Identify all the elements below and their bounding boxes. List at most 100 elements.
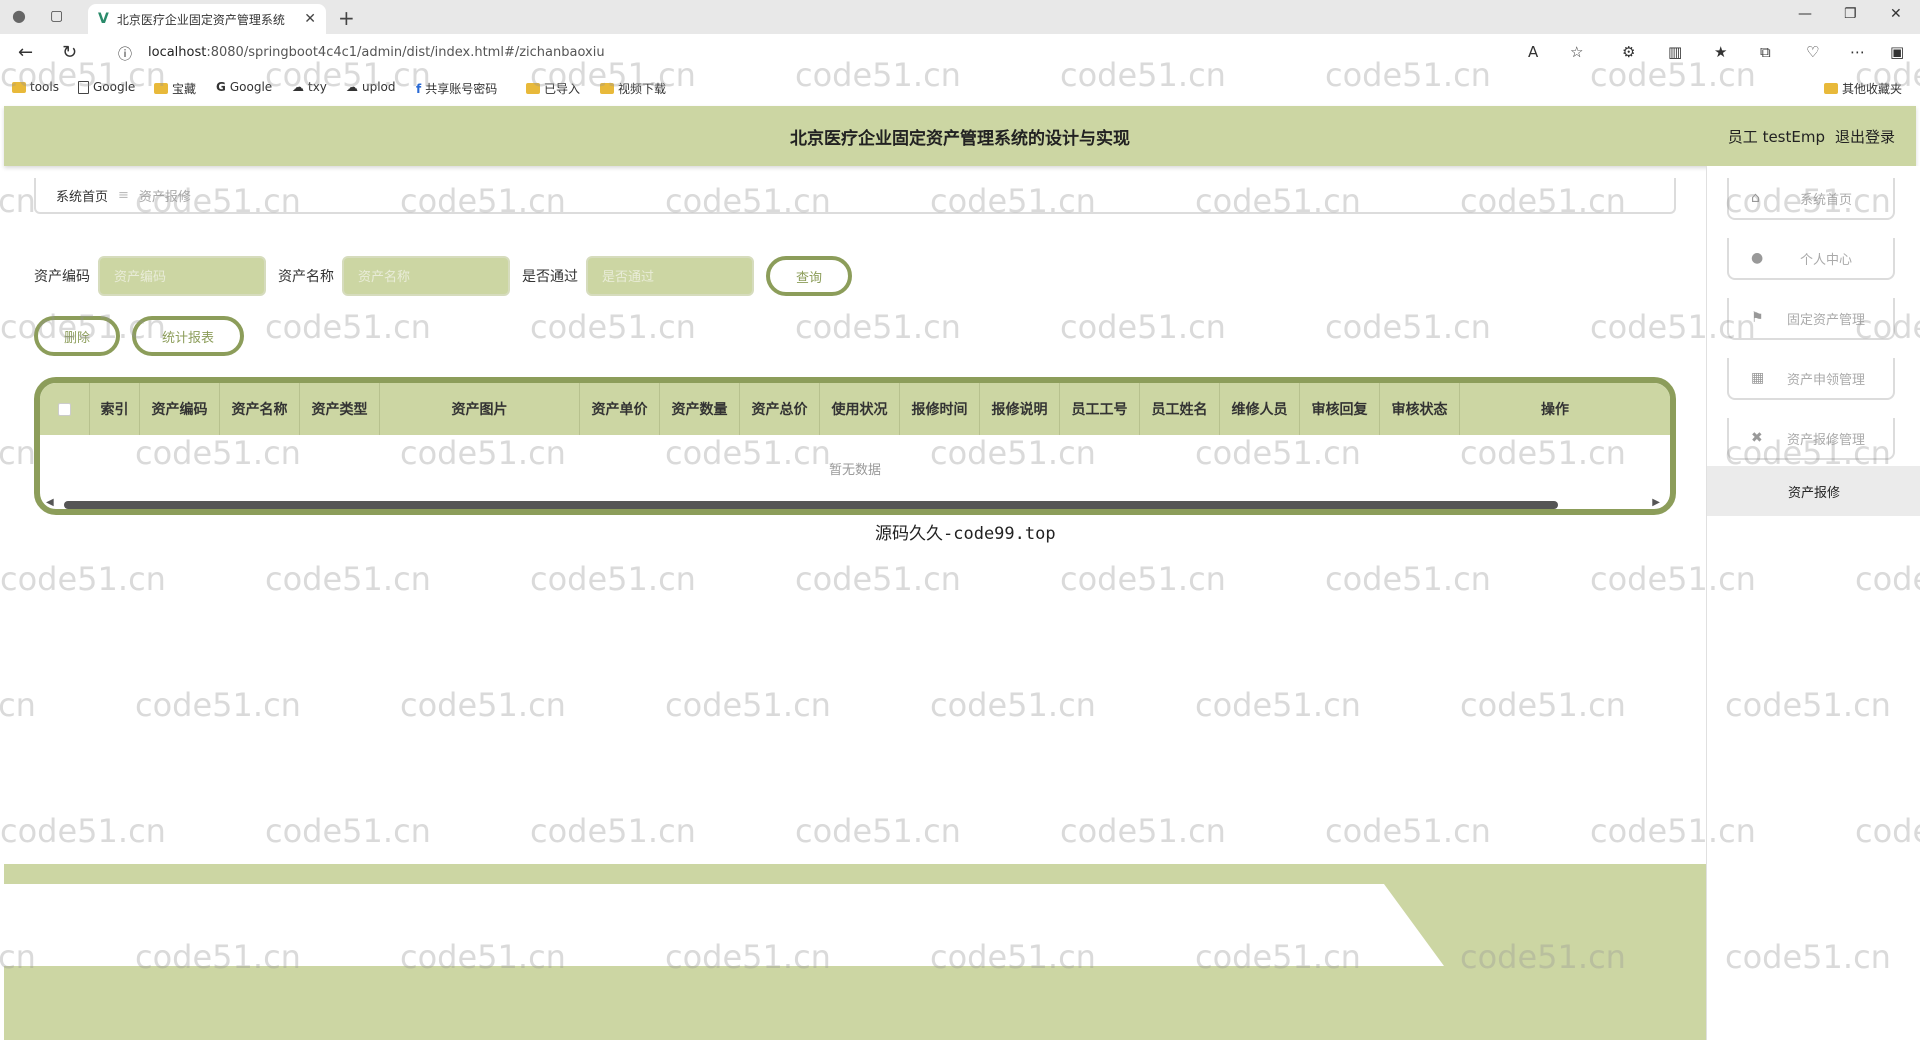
url-field[interactable]: localhost:8080/springboot4c4c1/admin/dis… xyxy=(148,45,605,60)
asset-code-input[interactable] xyxy=(98,256,266,296)
tab-title: 北京医疗企业固定资产管理系统 xyxy=(116,12,285,27)
watermark-text: code51.cn xyxy=(0,812,166,850)
watermark-text: code51.cn xyxy=(0,434,36,472)
favorite-icon[interactable]: ☆ xyxy=(1570,43,1583,61)
watermark-text: code51.cn xyxy=(400,686,566,724)
bookmark-label: 视频下载 xyxy=(618,82,667,96)
bookmark-label: Google xyxy=(229,80,273,94)
bookmark-imported[interactable]: 已导入 xyxy=(526,80,580,97)
sidebar-item-home[interactable]: ⌂ 系统首页 xyxy=(1727,178,1895,220)
collections-icon[interactable]: ⧉ xyxy=(1760,43,1771,61)
col-header: 报修说明 xyxy=(980,383,1060,435)
watermark-text: code51.cn xyxy=(530,308,696,346)
search-bar: 资产编码 资产名称 是否通过 查询 xyxy=(34,256,852,296)
folder-icon xyxy=(600,83,614,94)
watermark-text: code51.cn xyxy=(0,182,36,220)
site-info-icon[interactable]: ⓘ xyxy=(118,44,132,64)
tab-actions-icon[interactable]: ▢ xyxy=(50,8,63,24)
folder-icon xyxy=(1824,83,1838,94)
col-header: 资产单价 xyxy=(580,383,660,435)
scroll-right-icon[interactable]: ▶ xyxy=(1652,497,1660,508)
col-header: 资产编码 xyxy=(140,383,220,435)
minimize-icon[interactable]: — xyxy=(1798,6,1812,22)
bookmark-label: 其他收藏夹 xyxy=(1842,82,1903,96)
bookmark-txy[interactable]: ☁ txy xyxy=(292,80,327,94)
watermark-text: code51.cn xyxy=(530,812,696,850)
vue-logo-icon: V xyxy=(98,11,109,27)
bookmark-uplod[interactable]: ☁ uplod xyxy=(346,80,396,94)
logout-link[interactable]: 退出登录 xyxy=(1835,126,1895,147)
reload-icon[interactable]: ↻ xyxy=(62,42,77,63)
folder-icon xyxy=(154,83,168,94)
new-tab-icon[interactable]: + xyxy=(338,6,355,30)
select-all-cell xyxy=(40,383,90,435)
col-header: 资产图片 xyxy=(380,383,580,435)
bookmark-google[interactable]: Google xyxy=(78,80,135,94)
folder-icon xyxy=(526,83,540,94)
bookmark-other[interactable]: 其他收藏夹 xyxy=(1824,80,1902,97)
watermark-text: code51.cn xyxy=(0,560,166,598)
watermark-text: code51.cn xyxy=(1325,560,1491,598)
action-buttons: 删除 统计报表 xyxy=(34,316,244,356)
watermark-text: code51.cn xyxy=(1460,686,1626,724)
watermark-text: code51.cn xyxy=(1060,560,1226,598)
user-info: 员工 testEmp 退出登录 xyxy=(1728,126,1895,147)
col-header: 资产名称 xyxy=(220,383,300,435)
col-header: 报修时间 xyxy=(900,383,980,435)
sidebar-item-fixed-assets[interactable]: ⚑ 固定资产管理 xyxy=(1727,298,1895,340)
scroll-left-icon[interactable]: ◀ xyxy=(46,497,54,508)
more-icon[interactable]: ⋯ xyxy=(1850,43,1865,61)
asset-name-label: 资产名称 xyxy=(278,269,334,285)
sidebar-item-personal[interactable]: ● 个人中心 xyxy=(1727,238,1895,280)
col-header: 审核状态 xyxy=(1380,383,1460,435)
sidebar-item-asset-claims[interactable]: ▦ 资产申领管理 xyxy=(1727,358,1895,400)
bookmark-tools[interactable]: tools xyxy=(12,80,59,94)
close-tab-icon[interactable]: ✕ xyxy=(304,11,316,27)
favorites-icon[interactable]: ★ xyxy=(1714,43,1727,61)
col-header: 资产数量 xyxy=(660,383,740,435)
sidebar-subitem-repair[interactable]: 资产报修 xyxy=(1707,466,1920,516)
user-icon: ● xyxy=(1751,250,1764,266)
report-button[interactable]: 统计报表 xyxy=(132,316,244,356)
split-screen-icon[interactable]: ▥ xyxy=(1668,43,1682,61)
google-icon: G xyxy=(216,80,226,94)
bookmark-google-2[interactable]: G Google xyxy=(216,80,272,94)
delete-button[interactable]: 删除 xyxy=(34,316,120,356)
profile-icon[interactable]: ● xyxy=(12,6,26,25)
close-window-icon[interactable]: ✕ xyxy=(1890,6,1902,22)
browser-essentials-icon[interactable]: ♡ xyxy=(1806,43,1819,61)
approved-select[interactable] xyxy=(586,256,754,296)
horizontal-scrollbar[interactable] xyxy=(64,501,1558,509)
breadcrumb-current: 资产报修 xyxy=(138,189,191,205)
extensions-icon[interactable]: ⚙ xyxy=(1622,43,1635,61)
breadcrumb-home[interactable]: 系统首页 xyxy=(56,186,108,205)
watermark-text: code51.cn xyxy=(1325,308,1491,346)
home-icon: ⌂ xyxy=(1751,190,1760,206)
select-all-checkbox[interactable] xyxy=(58,402,71,416)
restore-icon[interactable]: ❐ xyxy=(1844,6,1857,22)
watermark-text: code51.cn xyxy=(265,308,431,346)
data-table: 索引 资产编码 资产名称 资产类型 资产图片 资产单价 资产数量 资产总价 使用… xyxy=(34,377,1676,515)
source-note: 源码久久-code99.top xyxy=(875,524,1056,544)
watermark-text: code51.cn xyxy=(1325,812,1491,850)
bookmark-label: txy xyxy=(308,80,327,94)
url-host: localhost xyxy=(148,45,207,60)
back-icon[interactable]: ← xyxy=(18,42,33,63)
bookmark-label: 已导入 xyxy=(544,82,581,96)
sidebar-toggle-icon[interactable]: ▣ xyxy=(1890,43,1904,61)
bookmark-treasure[interactable]: 宝藏 xyxy=(154,80,196,97)
col-header: 员工工号 xyxy=(1060,383,1140,435)
bookmarks-bar: tools Google 宝藏 G Google ☁ txy ☁ uplod f 共享账… xyxy=(0,72,1920,104)
asset-name-input[interactable] xyxy=(342,256,510,296)
col-header: 操作 xyxy=(1541,402,1569,418)
watermark-text: code51.cn xyxy=(0,686,36,724)
cloud-icon: ☁ xyxy=(346,80,358,94)
read-aloud-icon[interactable]: A xyxy=(1528,43,1538,61)
sidebar-item-asset-repairs[interactable]: ✖ 资产报修管理 xyxy=(1727,418,1895,460)
browser-tab[interactable]: V 北京医疗企业固定资产管理系统 ✕ xyxy=(88,4,326,34)
watermark-text: code51.cn xyxy=(795,812,961,850)
bookmark-video-download[interactable]: 视频下载 xyxy=(600,80,666,97)
query-button[interactable]: 查询 xyxy=(766,256,852,296)
bookmark-shared-accounts[interactable]: f 共享账号密码 xyxy=(416,80,497,97)
watermark-text: code51.cn xyxy=(135,686,301,724)
